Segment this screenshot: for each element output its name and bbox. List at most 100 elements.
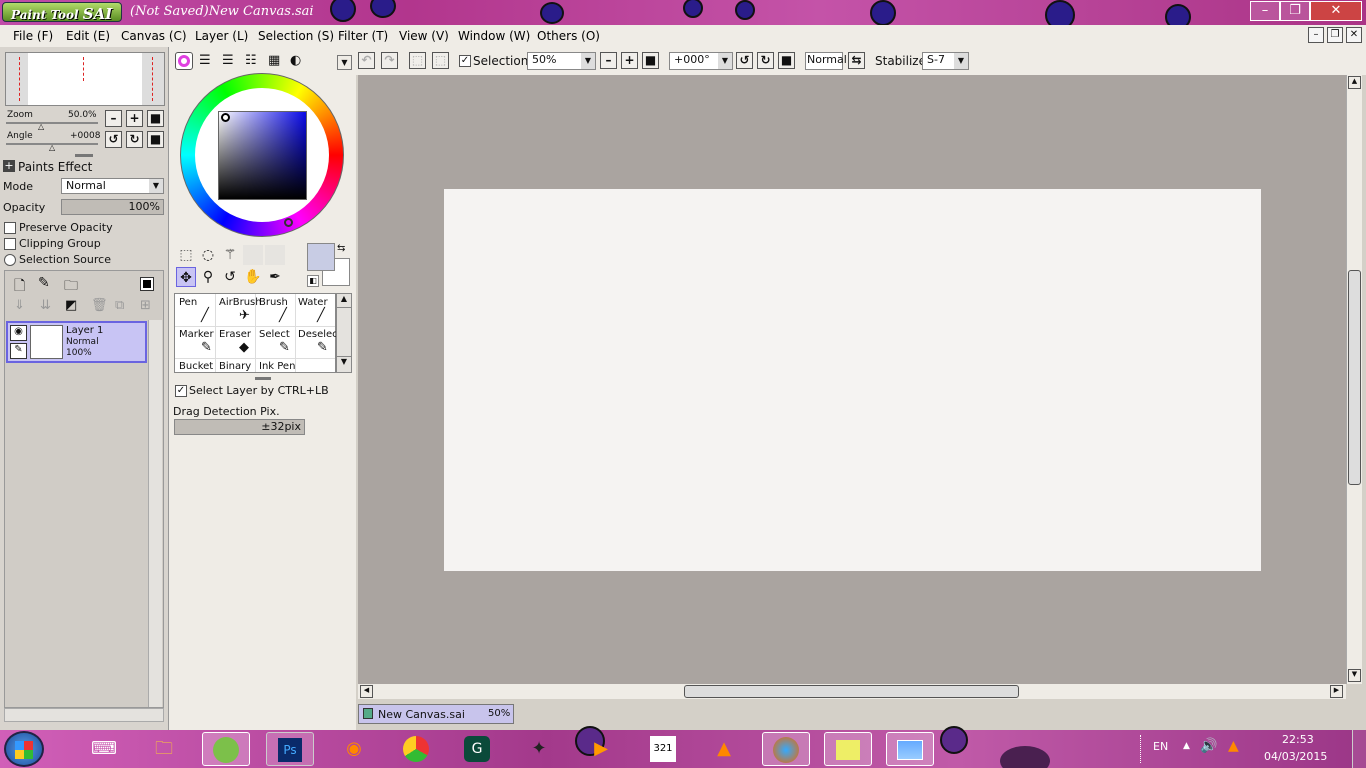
brush-select[interactable]: Select	[259, 329, 290, 340]
drag-detection-slider[interactable]: ±32pix	[174, 419, 305, 435]
flip-horizontal-button[interactable]: ⇆	[848, 52, 865, 69]
windows-start-button[interactable]	[4, 731, 44, 767]
merge-visible-icon[interactable]: ⧉	[115, 298, 124, 313]
brush-scrollbar[interactable]: ▲ ▼	[336, 293, 352, 373]
layer-row[interactable]: ◉ ✎ Layer 1 Normal 100%	[6, 321, 147, 363]
chevron-down-icon[interactable]: ▼	[149, 179, 163, 193]
transfer-down-icon[interactable]: ⇓	[14, 298, 25, 313]
paint-tool-sai-icon[interactable]	[202, 732, 250, 766]
chevron-down-icon[interactable]: ▼	[581, 53, 595, 69]
menu-edit[interactable]: Edit (E)	[66, 29, 110, 43]
panel-splitter[interactable]	[75, 154, 93, 157]
swatches-tab[interactable]: ▦	[268, 53, 280, 68]
navigator-preview[interactable]	[5, 52, 165, 106]
layer-mask-icon[interactable]	[140, 277, 154, 291]
new-layer-icon[interactable]: 🗋	[14, 275, 25, 299]
chevron-down-icon[interactable]: ▼	[718, 53, 732, 69]
chevron-down-icon[interactable]: ▼	[954, 53, 968, 69]
rect-select-icon[interactable]: ⬚	[176, 245, 196, 265]
new-folder-icon[interactable]: 🗀	[64, 275, 78, 299]
rotate-icon[interactable]: ↺	[220, 267, 240, 287]
clipping-group-checkbox[interactable]	[4, 238, 16, 250]
mdi-minimize-button[interactable]: –	[1308, 27, 1324, 43]
chrome-icon[interactable]	[392, 732, 440, 766]
vscroll-thumb[interactable]	[1348, 270, 1361, 485]
menu-filter[interactable]: Filter (T)	[338, 29, 388, 43]
brush-bucket[interactable]: Bucket	[179, 361, 213, 372]
layer-hscrollbar[interactable]	[4, 708, 164, 722]
show-hidden-icons[interactable]: ▲	[1183, 741, 1190, 751]
delete-layer-icon[interactable]: 🗑	[91, 298, 108, 313]
photo-viewer-icon[interactable]	[886, 732, 934, 766]
volume-icon[interactable]: 🔊	[1200, 738, 1217, 754]
scroll-down-icon[interactable]: ▼	[1348, 669, 1361, 682]
layer-scrollbar[interactable]	[148, 320, 162, 707]
rotate-reset-button[interactable]: ■	[147, 131, 164, 148]
brush-binary[interactable]: Binary	[219, 361, 251, 372]
zoom-slider-thumb[interactable]: △	[38, 122, 44, 131]
rotate-left-button[interactable]: ↺	[105, 131, 122, 148]
zoom-out-button[interactable]: –	[105, 110, 122, 127]
file-explorer-icon[interactable]: 🗀	[140, 732, 188, 766]
zoom-slider[interactable]	[6, 122, 98, 124]
zoom-select[interactable]: 50% ▼	[527, 52, 596, 70]
opacity-slider[interactable]: 100%	[61, 199, 164, 215]
canvas-hscrollbar[interactable]: ◀ ▶	[358, 684, 1346, 699]
lasso-icon[interactable]: ◌	[198, 245, 218, 265]
zoom-icon[interactable]: ⚲	[198, 267, 218, 287]
menu-view[interactable]: View (V)	[399, 29, 449, 43]
angle-slider-thumb[interactable]: △	[49, 143, 55, 152]
magic-wand-icon[interactable]: ⚚	[220, 245, 240, 265]
counter-strike-icon[interactable]: ✦	[515, 732, 563, 766]
move-icon[interactable]: ✥	[176, 267, 196, 287]
clear-layer-icon[interactable]: ◩	[65, 298, 77, 313]
photoshop-icon[interactable]: Ps	[266, 732, 314, 766]
gamebooster-icon[interactable]: G	[453, 732, 501, 766]
menu-file[interactable]: File (F)	[13, 29, 53, 43]
rgb-slider-tab[interactable]: ☰	[199, 53, 211, 68]
blend-mode-button[interactable]: Normal	[805, 52, 847, 70]
language-indicator[interactable]: EN	[1153, 740, 1168, 753]
scroll-up-icon[interactable]: ▲	[1348, 76, 1361, 89]
merge-all-icon[interactable]: ⊞	[140, 298, 151, 313]
eyedropper-icon[interactable]: ✒	[265, 267, 285, 287]
close-button[interactable]: ✕	[1310, 1, 1362, 21]
brush-brush[interactable]: Brush	[259, 297, 288, 308]
mixer-tab[interactable]: ☷	[245, 53, 257, 68]
merge-down-icon[interactable]: ⇊	[40, 298, 51, 313]
toolbar-rotate-left-button[interactable]: ↺	[736, 52, 753, 69]
canvas-vscrollbar[interactable]: ▲ ▼	[1346, 75, 1362, 684]
new-linework-layer-icon[interactable]: ✎	[38, 275, 50, 291]
deselect-button[interactable]: ⬚	[409, 52, 426, 69]
panel-options-icon[interactable]: ▼	[337, 55, 352, 70]
brush-marker[interactable]: Marker	[179, 329, 214, 340]
swap-colors-icon[interactable]: ⇆	[337, 243, 345, 254]
zoom-reset-button[interactable]: ■	[147, 110, 164, 127]
hscroll-thumb[interactable]	[684, 685, 1019, 698]
toolbar-rotate-right-button[interactable]: ↻	[757, 52, 774, 69]
calendar-321-icon[interactable]: 321	[639, 732, 687, 766]
vlc-icon[interactable]: ▲	[700, 732, 748, 766]
redo-button[interactable]: ↷	[381, 52, 398, 69]
media-player-icon[interactable]: ▶	[577, 732, 625, 766]
show-desktop-button[interactable]	[1352, 730, 1366, 768]
selection-source-radio[interactable]	[4, 254, 16, 266]
color-wheel-tab[interactable]	[175, 52, 193, 70]
blender-icon[interactable]: ◉	[330, 732, 378, 766]
preserve-opacity-checkbox[interactable]	[4, 222, 16, 234]
brush-ink-pen[interactable]: Ink Pen	[259, 361, 295, 372]
toolbar-zoom-out-button[interactable]: –	[600, 52, 617, 69]
mode-select[interactable]: Normal ▼	[61, 178, 164, 194]
document-tab[interactable]: New Canvas.sai 50%	[358, 704, 514, 724]
eye-icon[interactable]: ◉	[10, 325, 27, 341]
menu-others[interactable]: Others (O)	[537, 29, 600, 43]
default-colors-icon[interactable]: ◧	[307, 275, 319, 287]
invert-selection-button[interactable]: ⬚	[432, 52, 449, 69]
undo-button[interactable]: ↶	[358, 52, 375, 69]
scroll-right-icon[interactable]: ▶	[1330, 685, 1343, 698]
firefox-icon[interactable]	[762, 732, 810, 766]
sticky-notes-icon[interactable]	[824, 732, 872, 766]
zoom-in-button[interactable]: +	[126, 110, 143, 127]
clock-date[interactable]: 04/03/2015	[1264, 750, 1327, 763]
brush-pen[interactable]: Pen	[179, 297, 197, 308]
